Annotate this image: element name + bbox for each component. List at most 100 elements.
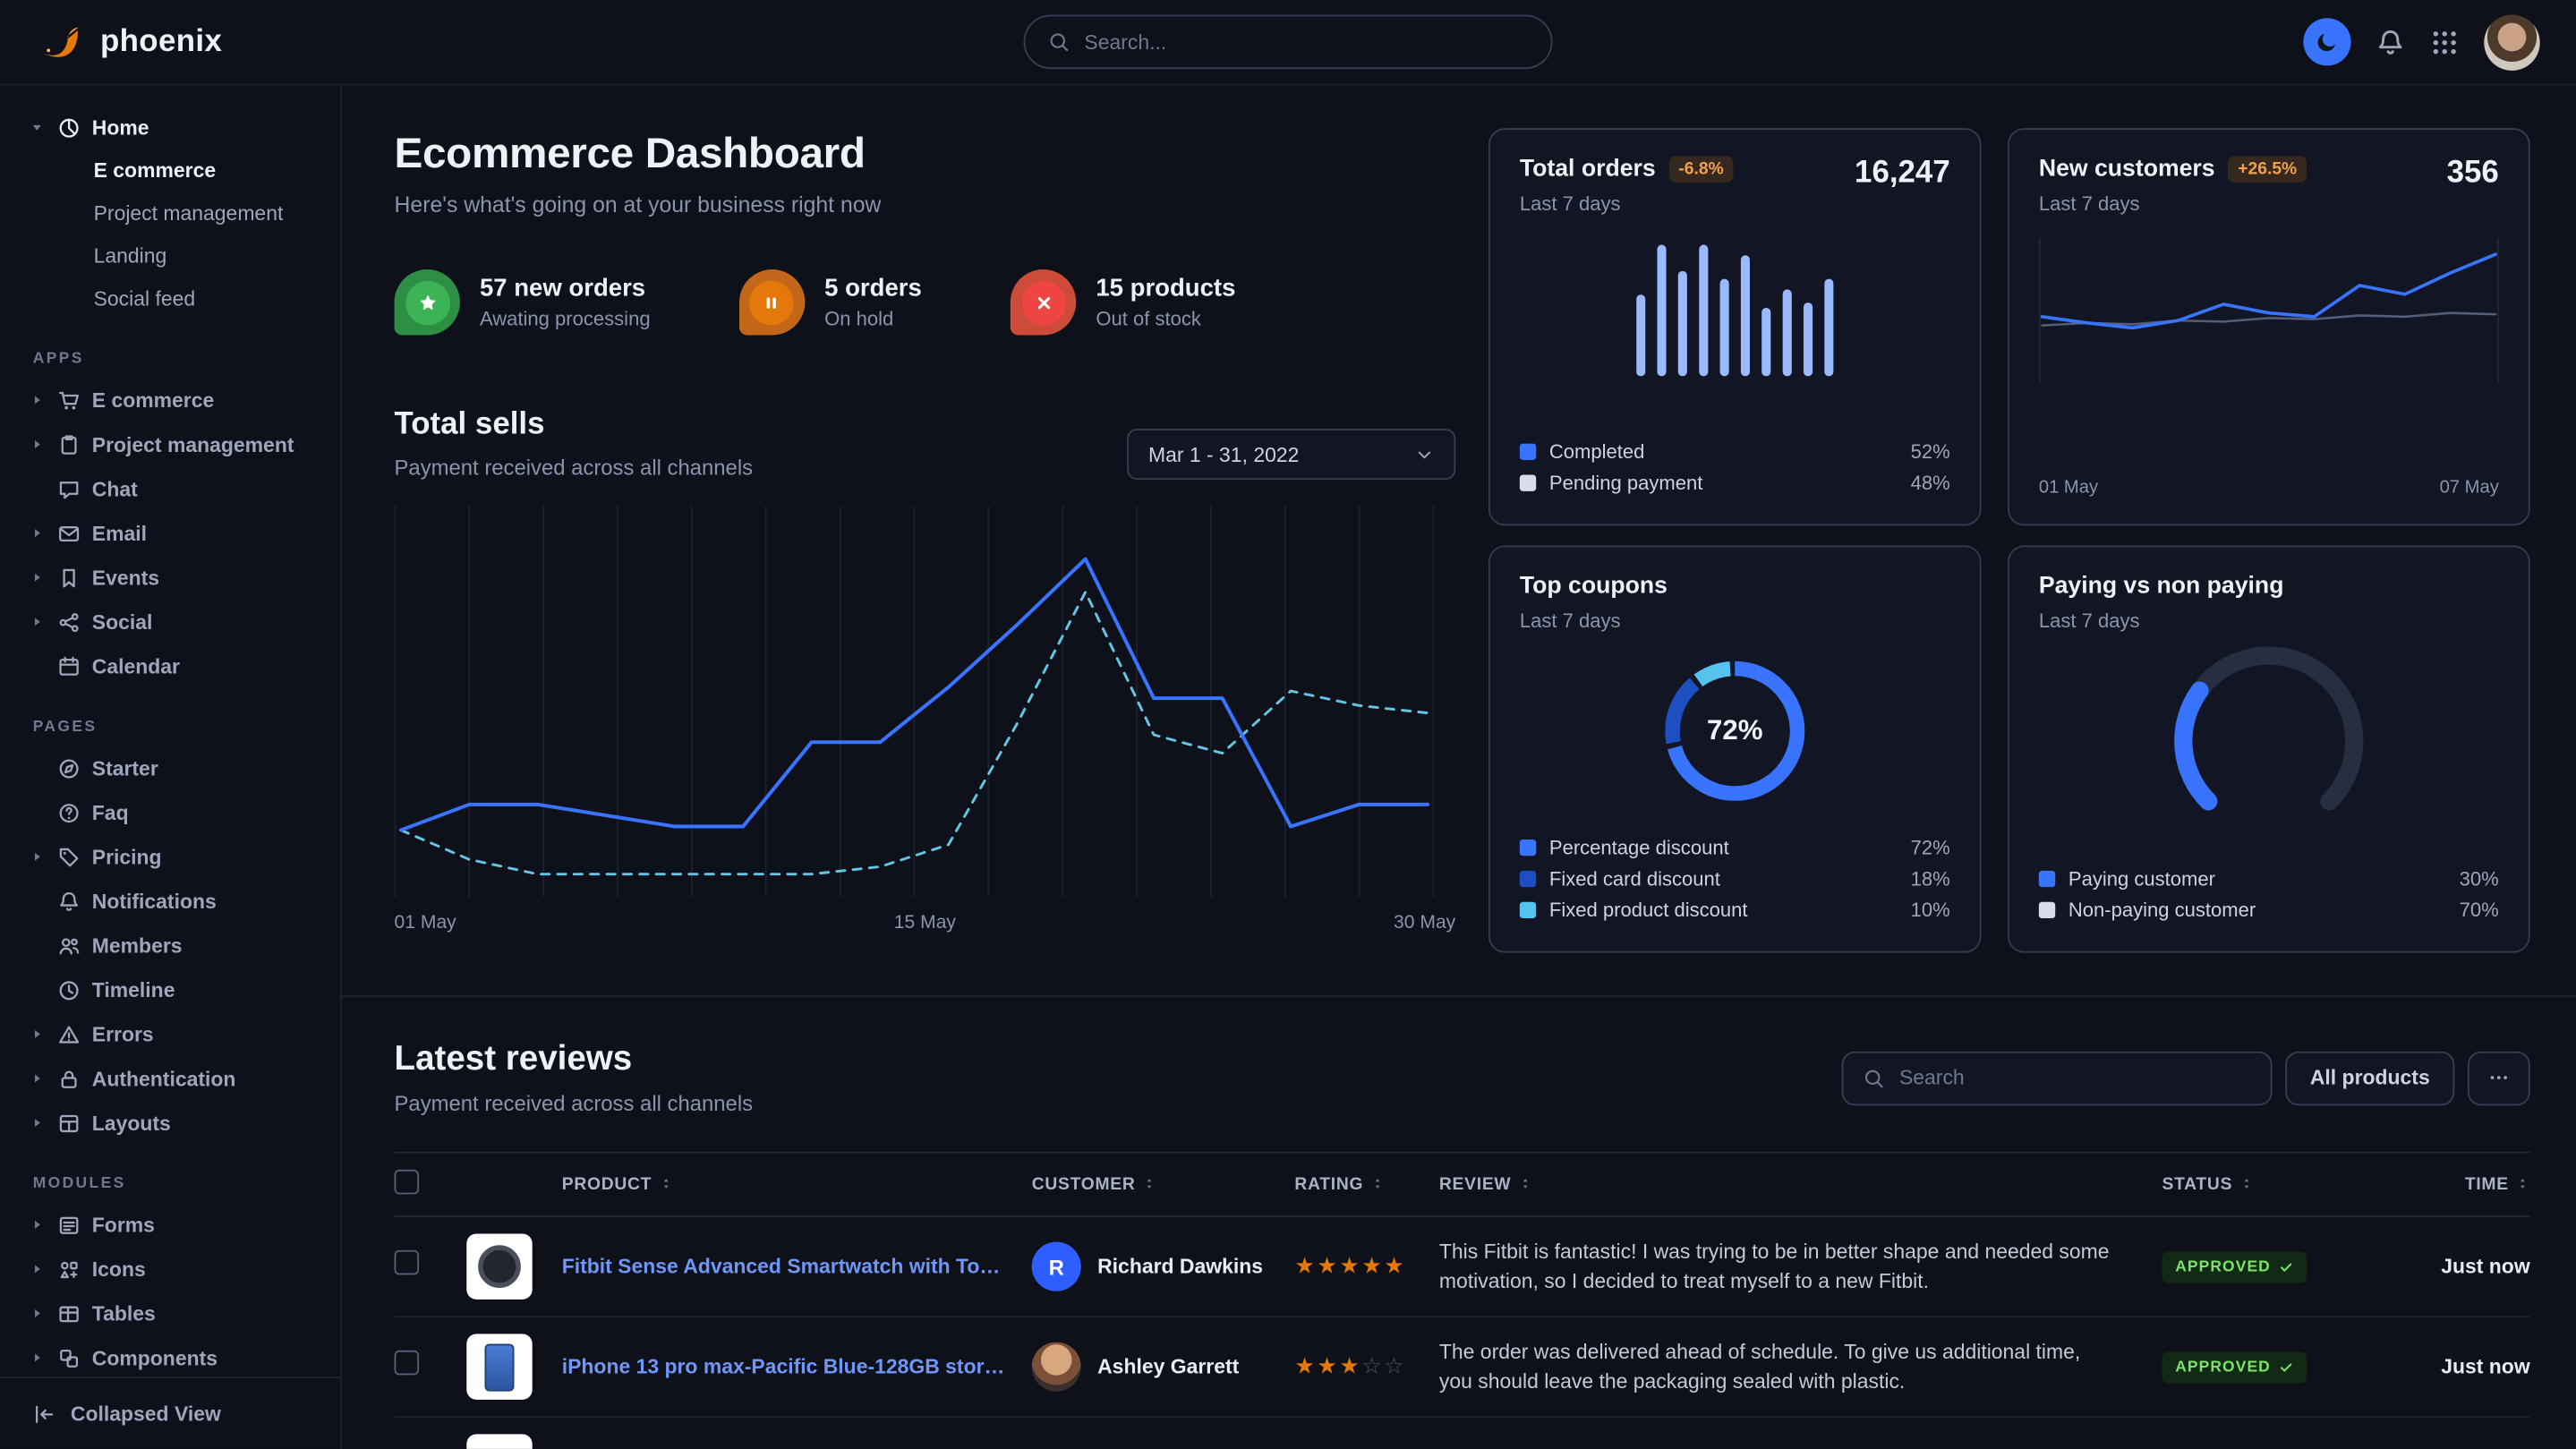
users-icon xyxy=(57,933,81,957)
sidebar-item-label: Tables xyxy=(92,1302,156,1325)
sidebar-item-label: Email xyxy=(92,522,147,545)
sidebar-item-errors[interactable]: Errors xyxy=(16,1012,323,1057)
notifications-button[interactable] xyxy=(2376,27,2405,56)
sidebar: HomeE commerceProject managementLandingS… xyxy=(0,85,342,1448)
sidebar-item-events[interactable]: Events xyxy=(16,555,323,600)
apps-menu-button[interactable] xyxy=(2430,27,2460,56)
sidebar-item-e-commerce[interactable]: E commerce xyxy=(16,378,323,422)
sidebar-item-label: Social xyxy=(92,610,153,634)
sidebar-item-components[interactable]: Components xyxy=(16,1335,323,1377)
legend-item-completed: Completed 52% xyxy=(1520,435,1950,466)
reviews-search-input[interactable] xyxy=(1899,1066,2251,1089)
total-sells-line-chart xyxy=(395,506,1435,897)
sidebar-item-forms[interactable]: Forms xyxy=(16,1203,323,1248)
column-header-time[interactable]: TIME xyxy=(2382,1153,2529,1217)
sidebar-item-e-commerce[interactable]: E commerce xyxy=(16,149,323,192)
collapse-icon xyxy=(33,1402,56,1426)
global-search[interactable] xyxy=(1024,15,1553,70)
sidebar-item-members[interactable]: Members xyxy=(16,924,323,968)
cart-icon xyxy=(57,388,81,412)
sidebar-item-project-management[interactable]: Project management xyxy=(16,192,323,235)
sidebar-item-label: Pricing xyxy=(92,845,162,868)
top-coupons-donut-chart: 72% xyxy=(1650,645,1821,816)
sidebar-item-icons[interactable]: Icons xyxy=(16,1247,323,1291)
all-products-button[interactable]: All products xyxy=(2285,1051,2454,1105)
product-link[interactable]: iPhone 13 pro max-Pacific Blue-128GB sto… xyxy=(562,1355,1032,1378)
theme-toggle-button[interactable] xyxy=(2303,18,2350,65)
profile-avatar[interactable] xyxy=(2484,14,2539,70)
brand-name: phoenix xyxy=(100,24,222,60)
sidebar-item-starter[interactable]: Starter xyxy=(16,746,323,790)
caret-down-icon xyxy=(30,120,46,135)
sidebar-item-email[interactable]: Email xyxy=(16,511,323,556)
card-period: Last 7 days xyxy=(1520,609,1668,633)
column-header-status[interactable]: STATUS xyxy=(2162,1153,2383,1217)
stat-label: On hold xyxy=(824,307,922,330)
x-tick: 01 May xyxy=(2039,478,2098,498)
sidebar-item-faq[interactable]: Faq xyxy=(16,790,323,835)
sidebar-item-pricing[interactable]: Pricing xyxy=(16,834,323,879)
sidebar-item-home[interactable]: Home xyxy=(16,105,323,149)
sidebar-item-chat[interactable]: Chat xyxy=(16,466,323,511)
x-tick: 01 May xyxy=(395,914,456,933)
column-header-rating[interactable]: RATING xyxy=(1294,1153,1439,1217)
customer-name: Richard Dawkins xyxy=(1097,1255,1263,1278)
share-icon xyxy=(57,610,81,634)
sidebar-item-notifications[interactable]: Notifications xyxy=(16,879,323,924)
reviews-search[interactable] xyxy=(1842,1051,2273,1105)
header-row: PRODUCTCUSTOMERRATINGREVIEWSTATUSTIME xyxy=(395,1153,2530,1217)
rating-stars: ★★★☆☆ xyxy=(1294,1353,1406,1378)
sidebar-item-authentication[interactable]: Authentication xyxy=(16,1056,323,1101)
product-link[interactable]: Fitbit Sense Advanced Smartwatch with To… xyxy=(562,1255,1032,1278)
collapsed-view-toggle[interactable]: Collapsed View xyxy=(0,1377,340,1449)
sidebar-item-label: Chat xyxy=(92,477,138,500)
global-search-input[interactable] xyxy=(1084,30,1528,54)
select-all-checkbox[interactable] xyxy=(395,1170,420,1195)
legend-label: Pending payment xyxy=(1549,471,1702,494)
stat-label: Awating processing xyxy=(480,307,651,330)
product-image xyxy=(466,1434,532,1449)
legend-swatch xyxy=(1520,870,1536,886)
brand[interactable]: phoenix xyxy=(36,17,222,66)
row-checkbox[interactable] xyxy=(395,1351,420,1376)
sidebar-item-timeline[interactable]: Timeline xyxy=(16,967,323,1012)
dashboard-cards-grid: Total orders -6.8% Last 7 days 16,247 Co… xyxy=(1488,128,2530,952)
legend-item-fixed-product-discount: Fixed product discount 10% xyxy=(1520,894,1950,925)
legend-swatch xyxy=(1520,901,1536,917)
legend-value: 72% xyxy=(1911,835,1950,858)
paying-gauge-chart xyxy=(2121,635,2417,830)
moon-icon xyxy=(2315,30,2340,55)
sidebar-item-landing[interactable]: Landing xyxy=(16,234,323,277)
sidebar-item-calendar[interactable]: Calendar xyxy=(16,644,323,689)
latest-reviews-section: Latest reviews Payment received across a… xyxy=(342,997,2576,1449)
sidebar-section-apps: APPS xyxy=(33,350,324,368)
stat-label: Out of stock xyxy=(1096,307,1235,330)
more-options-button[interactable] xyxy=(2468,1051,2530,1105)
column-header-product[interactable]: PRODUCT xyxy=(562,1153,1032,1217)
column-header-customer[interactable]: CUSTOMER xyxy=(1032,1153,1295,1217)
x-tick: 07 May xyxy=(2440,478,2499,498)
reviews-table: PRODUCTCUSTOMERRATINGREVIEWSTATUSTIME Fi… xyxy=(395,1152,2530,1449)
sidebar-item-label: Authentication xyxy=(92,1067,236,1090)
sidebar-item-label: Forms xyxy=(92,1214,155,1237)
legend-label: Paying customer xyxy=(2068,866,2215,890)
chat-icon xyxy=(57,477,81,500)
column-header-review[interactable]: REVIEW xyxy=(1439,1153,2162,1217)
stats-row: 57 new orders Awating processing 5 order… xyxy=(395,269,1456,335)
card-new-customers: New customers +26.5% Last 7 days 356 01 … xyxy=(2008,128,2530,525)
sidebar-item-social-feed[interactable]: Social feed xyxy=(16,277,323,320)
total-orders-legend: Completed 52% Pending payment 48% xyxy=(1520,422,1950,498)
sidebar-item-tables[interactable]: Tables xyxy=(16,1291,323,1336)
legend-swatch xyxy=(1520,443,1536,459)
row-checkbox[interactable] xyxy=(395,1250,420,1275)
sidebar-item-project-management[interactable]: Project management xyxy=(16,422,323,467)
sidebar-item-social[interactable]: Social xyxy=(16,600,323,644)
card-period: Last 7 days xyxy=(2039,609,2284,633)
caret-right-icon xyxy=(30,393,46,408)
change-badge: -6.8% xyxy=(1668,156,1733,182)
x-tick: 30 May xyxy=(1394,914,1455,933)
sidebar-item-layouts[interactable]: Layouts xyxy=(16,1101,323,1146)
sidebar-item-label: Timeline xyxy=(92,978,175,1002)
date-range-select[interactable]: Mar 1 - 31, 2022 xyxy=(1127,429,1455,480)
card-period: Last 7 days xyxy=(2039,192,2307,216)
